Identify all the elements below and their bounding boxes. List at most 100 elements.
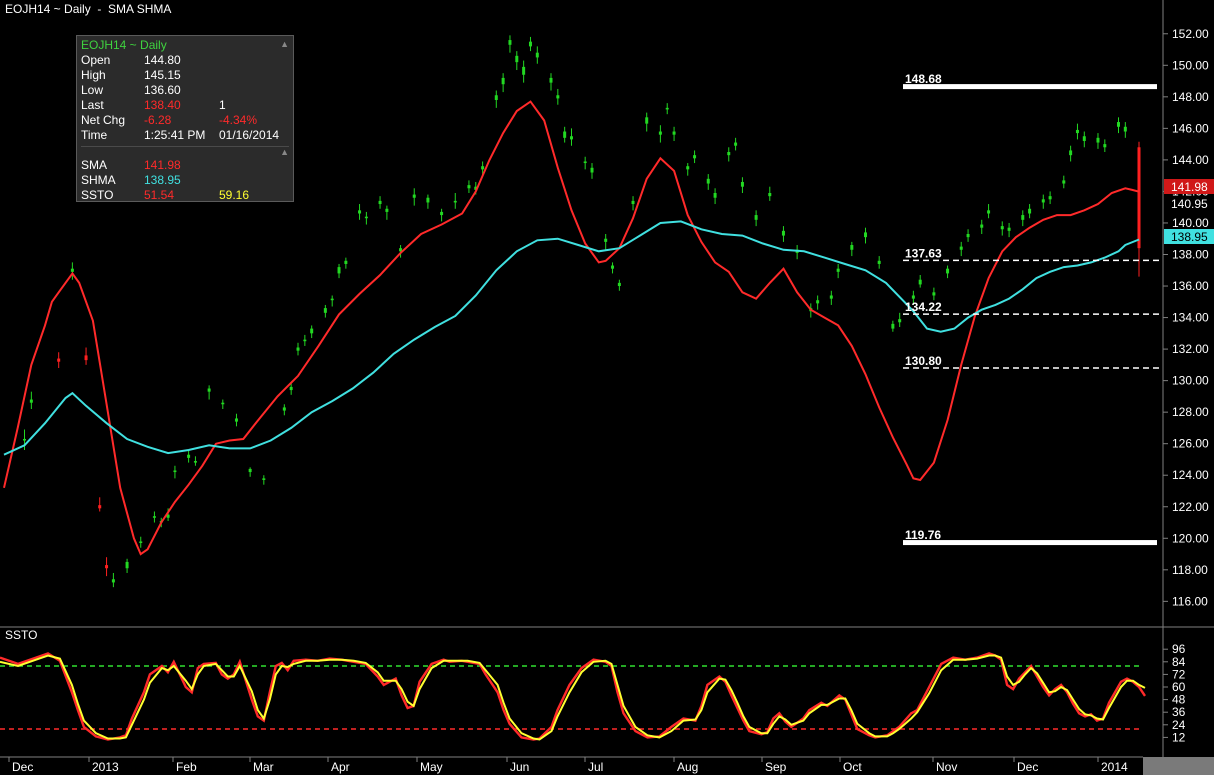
info-row-label: Last <box>81 98 104 112</box>
x-axis-bg <box>0 757 1143 775</box>
candle-body <box>617 282 621 287</box>
candle-body <box>556 95 560 99</box>
candle-body <box>501 77 505 85</box>
ssto-y-tick-label: 84 <box>1172 655 1186 669</box>
info-row-label: High <box>81 68 106 82</box>
candle-body <box>70 268 74 272</box>
candle-body <box>221 402 225 405</box>
x-tick-label: May <box>420 760 443 774</box>
y-tick-label: 122.00 <box>1172 500 1209 514</box>
info-row-value: 144.80 <box>144 53 181 67</box>
y-tick-label: 148.00 <box>1172 90 1209 104</box>
ssto-y-tick-label: 60 <box>1172 680 1186 694</box>
candle-body <box>816 300 820 304</box>
candle-body <box>1082 136 1086 141</box>
indicator-value: 51.54 <box>144 188 175 202</box>
y-tick-label: 140.00 <box>1172 216 1209 230</box>
collapse-caret-icon[interactable]: ▲ <box>280 39 289 49</box>
last-price-label: 140.95 <box>1171 197 1208 211</box>
candle-body <box>1000 226 1004 230</box>
y-tick-label: 118.00 <box>1172 563 1208 577</box>
candle-body <box>604 238 608 242</box>
candle-body <box>1096 137 1100 143</box>
price-level-label: 137.63 <box>905 246 942 260</box>
candle-body <box>528 41 532 47</box>
candle-body <box>494 95 498 100</box>
info-row: Low 136.60 <box>81 83 291 98</box>
candle-body <box>891 323 895 329</box>
candle-body <box>426 197 430 203</box>
candle-body <box>877 260 881 264</box>
candle-body <box>296 347 300 351</box>
info-row: Net Chg -6.28 -4.34% <box>81 113 291 128</box>
info-row-label: Time <box>81 128 108 142</box>
y-tick-label: 128.00 <box>1172 405 1209 419</box>
info-row: High 145.15 <box>81 68 291 83</box>
info-row-label: Low <box>81 83 104 97</box>
info-panel[interactable]: EOJH14 ~ Daily ▲ Open 144.80 High 145.15 Low… <box>76 35 294 202</box>
price-level-label: 119.76 <box>905 528 941 542</box>
info-row-value: 145.15 <box>144 68 181 82</box>
candle-body <box>898 319 902 323</box>
candle-body <box>918 279 922 285</box>
candle-body <box>207 388 211 392</box>
indicator-row: SSTO 51.54 59.16 <box>81 188 291 203</box>
y-tick-label: 130.00 <box>1172 374 1209 388</box>
y-tick-label: 146.00 <box>1172 121 1209 135</box>
x-tick-label: Apr <box>331 760 350 774</box>
candle-body <box>330 298 334 301</box>
x-tick-label: Jul <box>588 760 603 774</box>
candle-body <box>727 152 731 156</box>
candle-body <box>234 418 238 422</box>
indicator-value: 138.95 <box>144 173 181 187</box>
y-tick-label: 132.00 <box>1172 342 1209 356</box>
info-row: Last 138.40 1 <box>81 98 291 113</box>
price-level-label: 148.68 <box>905 72 942 86</box>
candle-body <box>734 142 738 146</box>
candle-body <box>57 358 61 362</box>
candle-body <box>1028 208 1032 214</box>
collapse-caret-icon[interactable]: ▲ <box>280 147 289 157</box>
candle-body <box>686 166 690 170</box>
indicator-label: SHMA <box>81 173 116 187</box>
x-tick-label: Dec <box>1017 760 1038 774</box>
candle-body <box>959 246 963 250</box>
candle-body <box>706 178 710 184</box>
candle-body <box>829 295 833 299</box>
candle-body <box>337 267 341 274</box>
candle-body <box>358 210 362 214</box>
candle-body <box>187 454 191 458</box>
y-tick-label: 126.00 <box>1172 437 1209 451</box>
info-row-value2: 1 <box>219 98 226 112</box>
x-tick-label: 2014 <box>1101 760 1128 774</box>
candle-body <box>966 233 970 238</box>
candle-body <box>1123 126 1127 132</box>
x-tick-label: Mar <box>253 760 274 774</box>
y-tick-label: 120.00 <box>1172 531 1209 545</box>
indicator-label: SSTO <box>81 188 114 202</box>
candle-body <box>125 561 129 569</box>
candle-body <box>665 107 669 110</box>
candle-body <box>932 292 936 296</box>
x-tick-label: Aug <box>677 760 698 774</box>
candle-body <box>781 230 785 236</box>
info-panel-divider <box>81 146 289 147</box>
x-tick-label: Jun <box>510 760 529 774</box>
info-row-value: 138.40 <box>144 98 181 112</box>
candle-body <box>385 208 389 212</box>
candle-body <box>23 438 27 441</box>
last-price-label: 141.98 <box>1171 180 1208 194</box>
candle-body <box>658 131 662 135</box>
scroll-handle[interactable] <box>1143 757 1214 775</box>
candle-body <box>864 232 868 238</box>
candle-body <box>980 224 984 228</box>
candle-body <box>412 194 416 198</box>
candle-body <box>850 245 854 250</box>
x-tick-label: 2013 <box>92 760 119 774</box>
info-row-value: -6.28 <box>144 113 172 127</box>
candle-body <box>173 470 177 473</box>
candle-body <box>836 268 840 272</box>
ssto-y-tick-label: 48 <box>1172 693 1186 707</box>
x-tick-label: Oct <box>843 760 862 774</box>
candle-body <box>570 136 573 140</box>
